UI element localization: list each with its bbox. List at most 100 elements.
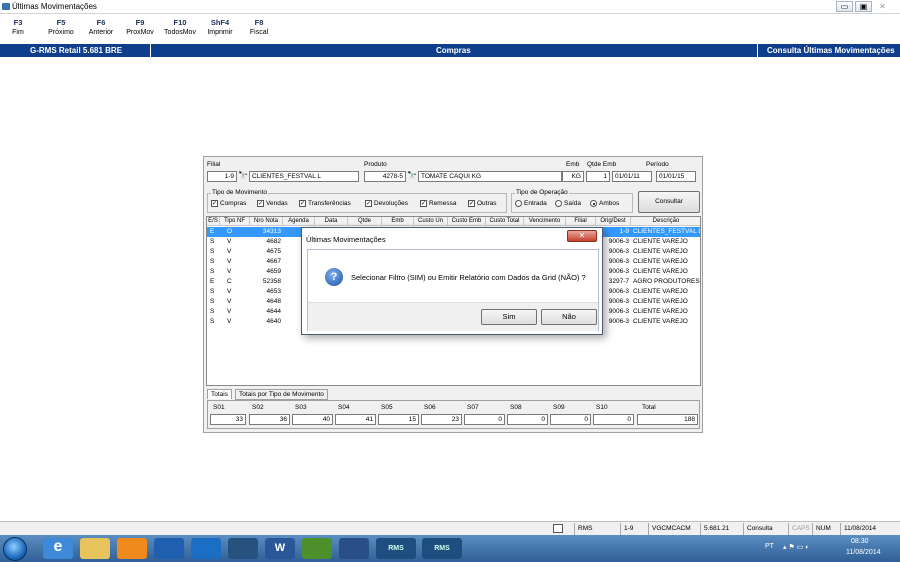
start-orb[interactable] — [3, 537, 27, 561]
table-cell: S — [210, 298, 215, 305]
column-header[interactable]: Vencimento — [524, 217, 566, 226]
app-version: G-RMS Retail 5.681 BRE — [30, 46, 123, 55]
table-cell: CLIENTE VAREJO — [633, 258, 688, 265]
emb-field: KG — [562, 171, 584, 182]
app-icon[interactable] — [228, 538, 258, 559]
fkey-fim[interactable]: F3 Fim — [8, 18, 28, 36]
chat-icon[interactable] — [339, 538, 369, 559]
binoculars-icon[interactable]: 🔭 — [238, 171, 248, 180]
total-value: 23 — [421, 414, 462, 425]
function-key-bar: F3 Fim F5 Próximo F6 Anterior F9 ProxMov F10… — [0, 14, 900, 44]
status-mode: Consulta — [743, 523, 785, 535]
column-header[interactable]: Tipo NF — [220, 217, 250, 226]
checkbox-icon: ✓ — [365, 200, 372, 207]
checkbox-remessa[interactable]: ✓ Remessa — [420, 200, 456, 207]
fkey-proxmov[interactable]: F9 ProxMov — [123, 18, 157, 36]
total-label: S07 — [467, 404, 479, 411]
fkey-anterior[interactable]: F6 Anterior — [86, 18, 116, 36]
nao-button[interactable]: Não — [541, 309, 597, 325]
checkbox-devolucoes[interactable]: ✓ Devoluções — [365, 200, 408, 207]
table-cell: CLIENTE VAREJO — [633, 268, 688, 275]
filial-input[interactable]: 1-9 — [207, 171, 237, 182]
total-value: 0 — [507, 414, 548, 425]
close-button[interactable]: ✕ — [874, 1, 891, 12]
status-filial: 1-9 — [620, 523, 642, 535]
dialog-close-button[interactable]: ✕ — [567, 230, 597, 242]
column-header[interactable]: Orig/Dest — [596, 217, 631, 226]
radio-entrada[interactable]: Entrada — [515, 200, 547, 207]
column-header[interactable]: Emb — [382, 217, 414, 226]
status-bar: RMS 1-9 VGCMCACM 5.681.21 Consulta CAPS … — [0, 521, 900, 535]
periodo-to-input[interactable]: 01/01/15 — [656, 171, 696, 182]
tab-totais[interactable]: Totais — [207, 389, 232, 399]
table-cell: AGRO PRODUTORES I — [633, 278, 701, 285]
table-cell: S — [210, 258, 215, 265]
minimize-button[interactable]: ▭ — [836, 1, 853, 12]
rms-task-1[interactable]: RMS — [376, 538, 416, 559]
media-icon[interactable] — [117, 538, 147, 559]
column-header[interactable]: Custo Total — [486, 217, 524, 226]
fkey-imprimir[interactable]: ShF4 Imprimir — [204, 18, 236, 36]
checkbox-outras[interactable]: ✓ Outras — [468, 200, 497, 207]
consultar-button[interactable]: Consultar — [638, 191, 700, 213]
radio-icon — [555, 200, 562, 207]
total-label: S04 — [338, 404, 350, 411]
table-cell: 4648 — [266, 298, 281, 305]
sim-button[interactable]: Sim — [481, 309, 537, 325]
column-header[interactable]: Filial — [566, 217, 596, 226]
outlook-icon[interactable] — [154, 538, 184, 559]
column-header[interactable]: Descrição — [631, 217, 700, 226]
explorer-icon[interactable] — [80, 538, 110, 559]
checkbox-transferencias[interactable]: ✓ Transferências — [299, 200, 351, 207]
total-label: S03 — [295, 404, 307, 411]
total-value: 36 — [249, 414, 290, 425]
checkbox-label: Vendas — [266, 200, 288, 208]
total-value: 0 — [464, 414, 505, 425]
status-system: RMS — [574, 523, 614, 535]
fkey-label: Fim — [12, 29, 24, 36]
column-header[interactable]: Agenda — [283, 217, 315, 226]
checkbox-compras[interactable]: ✓ Compras — [211, 200, 246, 207]
column-header[interactable]: Data — [315, 217, 348, 226]
radio-label: Entrada — [524, 200, 547, 208]
table-cell: V — [227, 248, 232, 255]
produto-name-field: TOMATE CAQUI KG — [418, 171, 562, 182]
status-num: NUM — [812, 523, 836, 535]
word-icon[interactable]: W — [265, 538, 295, 559]
install-icon[interactable] — [302, 538, 332, 559]
periodo-from-input[interactable]: 01/01/11 — [612, 171, 652, 182]
checkbox-icon: ✓ — [299, 200, 306, 207]
dialog-button-area: Sim Não — [308, 302, 598, 331]
clock-date[interactable]: 11/08/2014 — [846, 549, 881, 556]
emb-label: Emb — [566, 161, 580, 168]
rms-task-2[interactable]: RMS — [422, 538, 462, 559]
column-header[interactable]: Qtde — [348, 217, 382, 226]
checkbox-vendas[interactable]: ✓ Vendas — [257, 200, 288, 207]
status-caps: CAPS — [788, 523, 812, 535]
total-label: S06 — [424, 404, 436, 411]
column-header[interactable]: Custo Un — [414, 217, 448, 226]
binoculars-icon[interactable]: 🔭 — [407, 171, 417, 180]
tab-totais-por-tipo[interactable]: Totais por Tipo de Movimento — [235, 389, 328, 400]
tipo-operacao-group: Tipo de Operação Entrada Saída Ambos — [511, 189, 633, 213]
table-cell: CLIENTE VAREJO — [633, 238, 688, 245]
column-header[interactable]: E/S — [207, 217, 220, 226]
radio-ambos[interactable]: Ambos — [590, 200, 619, 207]
filial-name-field: CLIENTES_FESTVAL L — [249, 171, 359, 182]
ie-icon[interactable]: e — [43, 538, 73, 559]
fkey-proximo[interactable]: F5 Próximo — [45, 18, 77, 36]
radio-icon — [590, 200, 597, 207]
maximize-button[interactable]: ▣ — [855, 1, 872, 12]
clock-time[interactable]: 08:30 — [851, 538, 869, 545]
tray-icons[interactable]: ▴ ⚑ ▭ ◐ — [783, 543, 809, 551]
fkey-fiscal[interactable]: F8 Fiscal — [246, 18, 272, 36]
language-indicator[interactable]: PT — [765, 543, 774, 550]
column-header[interactable]: Custo Emb — [448, 217, 486, 226]
radio-saida[interactable]: Saída — [555, 200, 581, 207]
lync-icon[interactable] — [191, 538, 221, 559]
tipo-movimento-title: Tipo de Movimento — [211, 189, 269, 196]
fkey-todosmov[interactable]: F10 TodosMov — [160, 18, 200, 36]
produto-input[interactable]: 4278-5 — [364, 171, 406, 182]
filial-label: Filial — [207, 161, 221, 168]
column-header[interactable]: Nro Nota — [250, 217, 283, 226]
